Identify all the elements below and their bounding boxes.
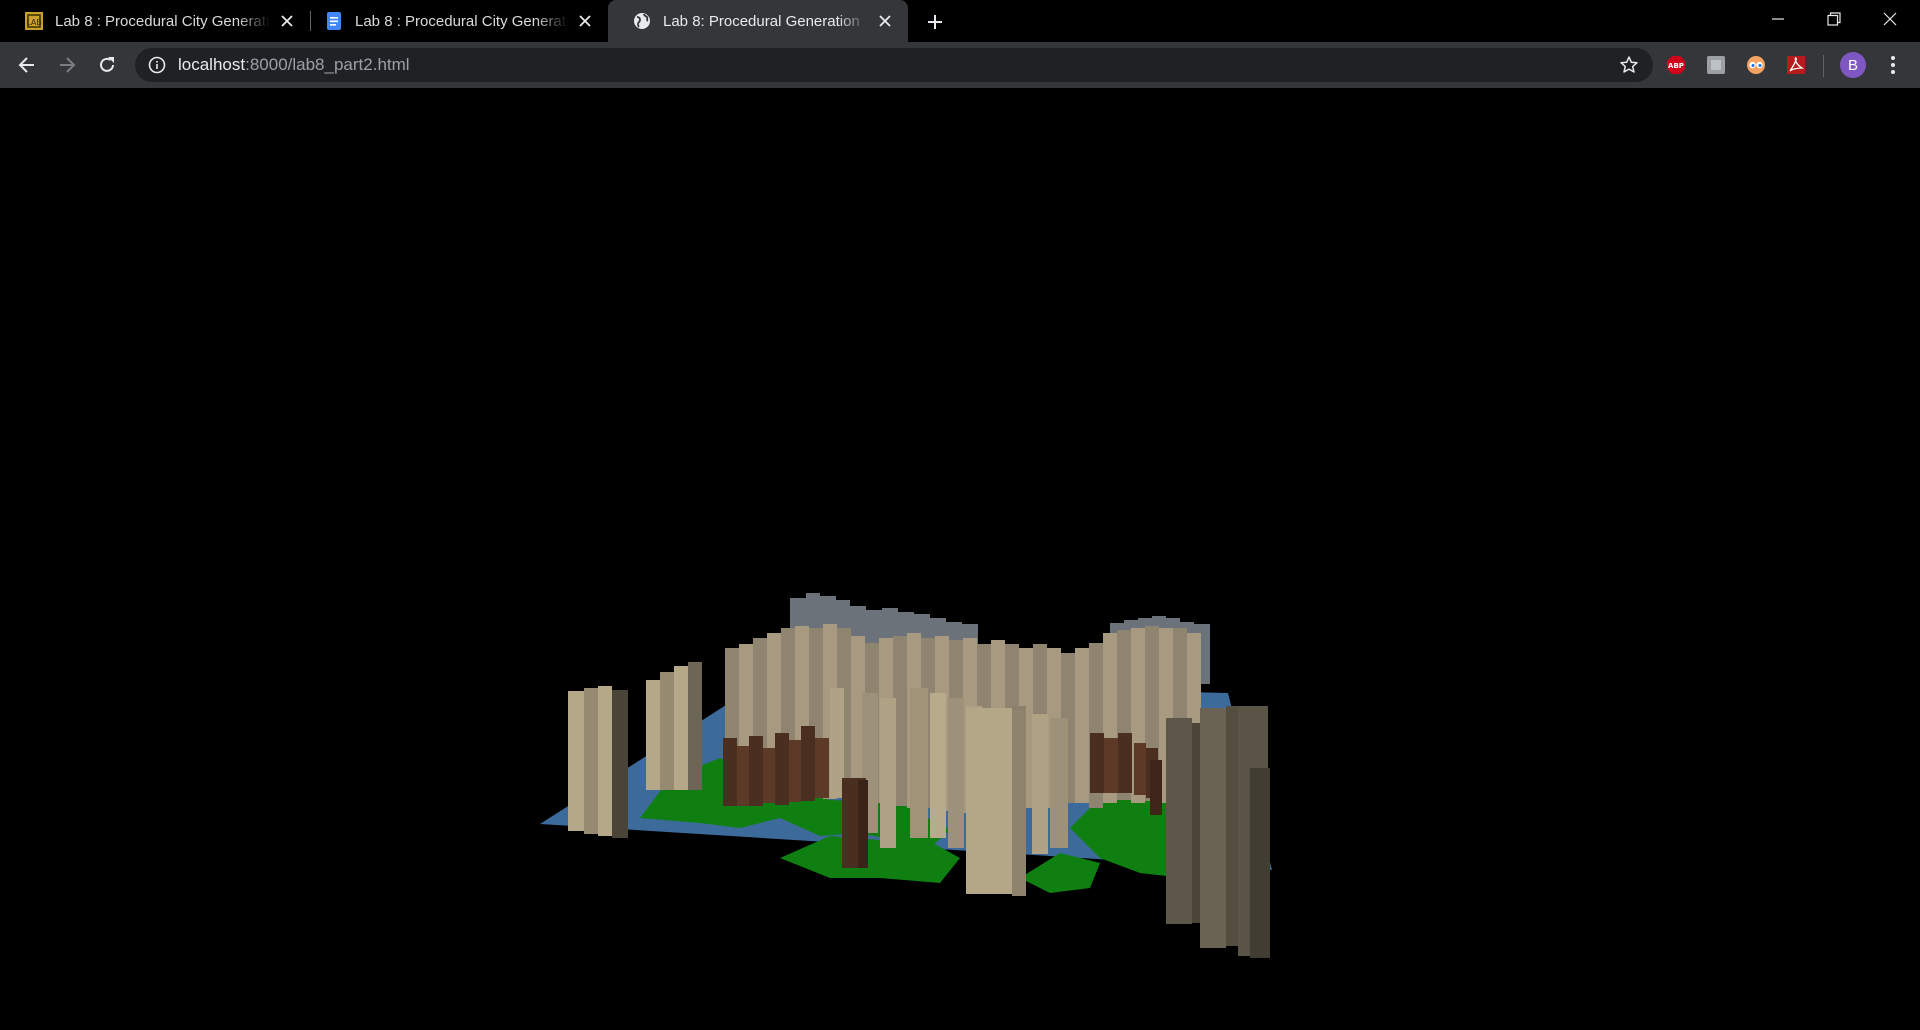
bookmark-star-icon[interactable]	[1619, 55, 1639, 75]
tab-3-active[interactable]: Lab 8: Procedural Generation	[608, 0, 908, 42]
new-tab-button[interactable]	[922, 9, 948, 35]
tab-title: Lab 8 : Procedural City Generation	[355, 12, 568, 30]
url-path: :8000/lab8_part2.html	[245, 55, 410, 74]
tab-title: Lab 8 : Procedural City Generation	[55, 12, 270, 30]
url-text[interactable]: localhost:8000/lab8_part2.html	[178, 48, 410, 82]
restore-button[interactable]	[1806, 0, 1862, 38]
browser-toolbar: localhost:8000/lab8_part2.html ABP B	[0, 42, 1920, 88]
canvas-logo-icon: LAB	[24, 11, 44, 31]
toolbar-separator	[1823, 55, 1824, 77]
tab-1[interactable]: LAB Lab 8 : Procedural City Generation	[0, 0, 310, 42]
url-host: localhost	[178, 55, 246, 74]
globe-icon	[632, 11, 652, 31]
procedural-city-scene	[540, 593, 1272, 958]
tab-strip: LAB Lab 8 : Procedural City Generation L…	[0, 0, 1920, 42]
restore-icon	[1827, 12, 1841, 26]
abp-label: ABP	[1668, 62, 1684, 70]
brown-column-shade	[858, 780, 868, 868]
address-bar[interactable]: localhost:8000/lab8_part2.html	[135, 48, 1653, 82]
right-dark-towers	[1166, 706, 1270, 958]
pdf-icon[interactable]	[1786, 55, 1806, 75]
profile-avatar[interactable]: B	[1840, 52, 1866, 78]
forward-button[interactable]	[52, 50, 82, 80]
kebab-menu-icon	[1891, 56, 1895, 74]
google-docs-icon	[324, 11, 344, 31]
info-icon[interactable]	[148, 56, 166, 74]
arrow-left-icon	[18, 57, 34, 73]
arrow-right-icon	[60, 57, 76, 73]
svg-text:LAB: LAB	[26, 18, 42, 27]
close-window-button[interactable]	[1862, 0, 1918, 38]
eyes-extension-icon[interactable]	[1746, 55, 1766, 75]
reload-button[interactable]	[92, 50, 122, 80]
close-tab-icon[interactable]	[576, 12, 594, 30]
adblock-plus-icon[interactable]: ABP	[1666, 55, 1686, 75]
back-button[interactable]	[12, 50, 42, 80]
webgl-canvas[interactable]	[0, 88, 1920, 1030]
close-tab-icon[interactable]	[278, 12, 296, 30]
more-menu-button[interactable]	[1880, 52, 1906, 78]
extension-square-icon[interactable]	[1706, 55, 1726, 75]
reload-icon	[100, 57, 114, 72]
tab-title: Lab 8: Procedural Generation	[663, 12, 860, 30]
close-icon	[1883, 12, 1897, 26]
left-tower-group	[568, 686, 628, 838]
close-tab-icon[interactable]	[876, 12, 894, 30]
left-mid-tower-group	[646, 662, 702, 790]
minimize-button[interactable]	[1750, 0, 1806, 38]
grass-patch	[1020, 853, 1100, 893]
plus-icon	[928, 15, 942, 29]
tab-2[interactable]: Lab 8 : Procedural City Generation	[300, 0, 608, 42]
minimize-icon	[1772, 18, 1784, 20]
